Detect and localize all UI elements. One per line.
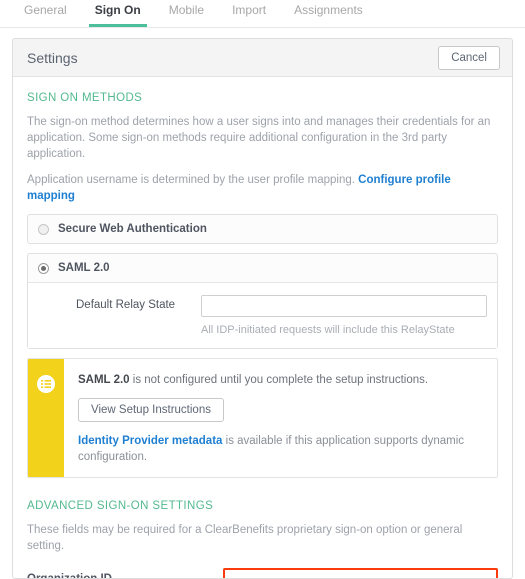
callout-message: SAML 2.0 is not configured until you com… <box>78 372 483 388</box>
organization-id-row: Organization ID Required field for SAML:… <box>27 568 498 578</box>
tab-import[interactable]: Import <box>218 0 280 27</box>
option-label: Secure Web Authentication <box>58 223 207 235</box>
callout-message-bold: SAML 2.0 <box>78 374 130 386</box>
tab-label: Assignments <box>294 3 363 17</box>
tab-sign-on[interactable]: Sign On <box>81 0 155 27</box>
advanced-sign-on-description: These fields may be required for a Clear… <box>27 524 463 552</box>
option-label: SAML 2.0 <box>58 262 110 274</box>
default-relay-state-hint: All IDP-initiated requests will include … <box>201 324 455 336</box>
radio-secure-web-authentication[interactable] <box>38 223 49 235</box>
app-tab-bar: General Sign On Mobile Import Assignment… <box>0 0 525 28</box>
callout-body: SAML 2.0 is not configured until you com… <box>64 359 497 477</box>
saml-settings-panel: Default Relay State All IDP-initiated re… <box>28 282 497 348</box>
list-circle-icon <box>37 375 55 393</box>
application-username-text: Application username is determined by th… <box>27 174 355 186</box>
default-relay-state-row: Default Relay State All IDP-initiated re… <box>38 295 487 338</box>
advanced-sign-on-heading: ADVANCED SIGN-ON SETTINGS <box>27 500 214 512</box>
settings-card-header: Settings Cancel <box>13 39 512 77</box>
organization-id-input[interactable] <box>223 568 498 578</box>
callout-message-rest: is not configured until you complete the… <box>129 374 429 386</box>
sign-on-methods-description: The sign-on method determines how a user… <box>27 116 491 160</box>
identity-provider-metadata-link[interactable]: Identity Provider metadata <box>78 435 222 447</box>
option-header[interactable]: Secure Web Authentication <box>28 215 497 243</box>
application-username-line: Application username is determined by th… <box>27 172 498 204</box>
default-relay-state-input[interactable] <box>201 295 487 317</box>
sign-on-methods-heading: SIGN ON METHODS <box>27 92 143 104</box>
tab-label: Import <box>232 3 267 17</box>
radio-saml-2-0[interactable] <box>38 262 49 274</box>
tab-label: General <box>24 3 67 17</box>
callout-accent-bar <box>28 359 64 477</box>
advanced-sign-on-settings-section: ADVANCED SIGN-ON SETTINGS These fields m… <box>27 500 498 578</box>
tab-mobile[interactable]: Mobile <box>155 0 218 27</box>
settings-card: Settings Cancel SIGN ON METHODS The sign… <box>12 38 513 579</box>
page-title: Settings <box>27 49 78 66</box>
tab-label: Sign On <box>94 3 141 17</box>
metadata-line: Identity Provider metadata is available … <box>78 433 483 465</box>
settings-card-body: SIGN ON METHODS The sign-on method deter… <box>13 77 512 578</box>
organization-id-label: Organization ID <box>27 568 223 578</box>
page-container: Settings Cancel SIGN ON METHODS The sign… <box>0 28 525 579</box>
tab-label: Mobile <box>168 3 205 17</box>
option-header[interactable]: SAML 2.0 <box>28 254 497 282</box>
default-relay-state-control: All IDP-initiated requests will include … <box>201 295 487 338</box>
tab-general[interactable]: General <box>10 0 81 27</box>
view-setup-instructions-button[interactable]: View Setup Instructions <box>78 398 224 422</box>
organization-id-control: Required field for SAML: Enter your Orga… <box>223 568 498 578</box>
saml-setup-callout: SAML 2.0 is not configured until you com… <box>27 358 498 478</box>
cancel-button[interactable]: Cancel <box>438 45 500 70</box>
tab-assignments[interactable]: Assignments <box>280 0 377 27</box>
option-saml-2-0[interactable]: SAML 2.0 Default Relay State All IDP-ini… <box>27 253 498 349</box>
default-relay-state-label: Default Relay State <box>76 299 176 311</box>
option-secure-web-authentication[interactable]: Secure Web Authentication <box>27 214 498 244</box>
